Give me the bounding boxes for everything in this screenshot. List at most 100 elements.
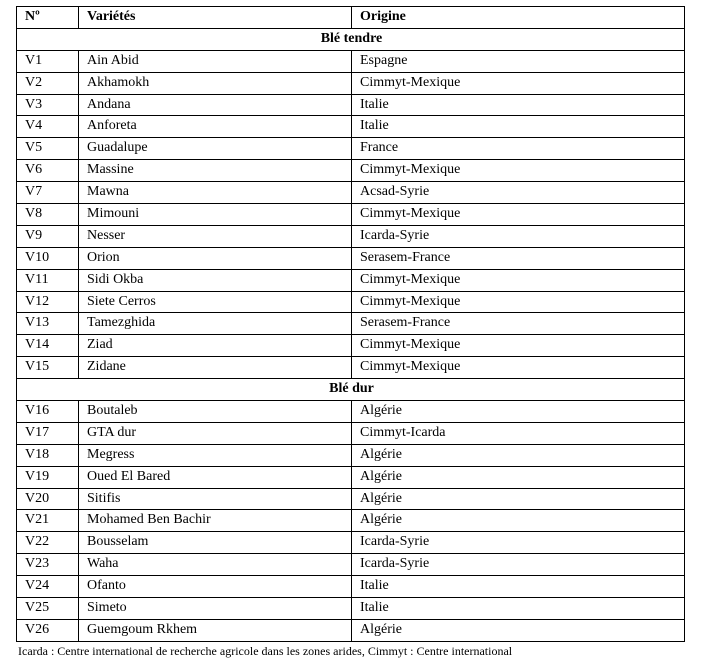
cell-origin: Serasem-France [352, 313, 685, 335]
cell-variety: Anforeta [79, 116, 352, 138]
cell-num: V17 [17, 422, 79, 444]
table-row: V1Ain AbidEspagne [17, 50, 685, 72]
cell-origin: Espagne [352, 50, 685, 72]
table-row: V16BoutalebAlgérie [17, 401, 685, 423]
cell-num: V8 [17, 204, 79, 226]
cell-num: V22 [17, 532, 79, 554]
cell-variety: GTA dur [79, 422, 352, 444]
cell-origin: Serasem-France [352, 247, 685, 269]
table-header-row: Nº Variétés Origine [17, 7, 685, 29]
cell-num: V4 [17, 116, 79, 138]
cell-origin: Algérie [352, 444, 685, 466]
cell-variety: Akhamokh [79, 72, 352, 94]
cell-origin: Icarda-Syrie [352, 532, 685, 554]
table-row: V5GuadalupeFrance [17, 138, 685, 160]
table-row: V15ZidaneCimmyt-Mexique [17, 357, 685, 379]
table-row: V10OrionSerasem-France [17, 247, 685, 269]
cell-num: V11 [17, 269, 79, 291]
cell-variety: Waha [79, 554, 352, 576]
table-row: V18MegressAlgérie [17, 444, 685, 466]
cell-variety: Orion [79, 247, 352, 269]
table-row: V12Siete CerrosCimmyt-Mexique [17, 291, 685, 313]
section-ble-dur: Blé dur [17, 379, 685, 401]
cell-origin: Cimmyt-Mexique [352, 357, 685, 379]
cell-num: V3 [17, 94, 79, 116]
cell-origin: Icarda-Syrie [352, 225, 685, 247]
cell-num: V19 [17, 466, 79, 488]
table-row: V26Guemgoum RkhemAlgérie [17, 619, 685, 641]
table-row: V13TamezghidaSerasem-France [17, 313, 685, 335]
varieties-table: Nº Variétés Origine Blé tendre V1Ain Abi… [16, 6, 685, 642]
table-body: Nº Variétés Origine Blé tendre V1Ain Abi… [17, 7, 685, 642]
cell-variety: Mohamed Ben Bachir [79, 510, 352, 532]
cell-num: V15 [17, 357, 79, 379]
cell-origin: Cimmyt-Mexique [352, 160, 685, 182]
table-row: V25SimetoItalie [17, 598, 685, 620]
cell-num: V6 [17, 160, 79, 182]
cell-variety: Bousselam [79, 532, 352, 554]
table-row: V7MawnaAcsad-Syrie [17, 182, 685, 204]
cell-num: V23 [17, 554, 79, 576]
table-row: V23WahaIcarda-Syrie [17, 554, 685, 576]
cell-num: V25 [17, 598, 79, 620]
table-row: V11Sidi OkbaCimmyt-Mexique [17, 269, 685, 291]
cell-origin: Italie [352, 598, 685, 620]
cell-num: V7 [17, 182, 79, 204]
cell-origin: Algérie [352, 466, 685, 488]
cell-origin: Acsad-Syrie [352, 182, 685, 204]
cell-num: V14 [17, 335, 79, 357]
table-row: V3AndanaItalie [17, 94, 685, 116]
col-header-variety: Variétés [79, 7, 352, 29]
cell-origin: Cimmyt-Mexique [352, 204, 685, 226]
cell-variety: Massine [79, 160, 352, 182]
cell-origin: Algérie [352, 401, 685, 423]
cell-num: V9 [17, 225, 79, 247]
cell-origin: Cimmyt-Mexique [352, 291, 685, 313]
cell-num: V12 [17, 291, 79, 313]
cell-num: V10 [17, 247, 79, 269]
cell-variety: Megress [79, 444, 352, 466]
cell-origin: Cimmyt-Mexique [352, 335, 685, 357]
cell-origin: Icarda-Syrie [352, 554, 685, 576]
cell-variety: Tamezghida [79, 313, 352, 335]
cell-variety: Mimouni [79, 204, 352, 226]
section-label: Blé tendre [17, 28, 685, 50]
cell-num: V18 [17, 444, 79, 466]
col-header-num: Nº [17, 7, 79, 29]
cell-num: V20 [17, 488, 79, 510]
table-row: V24OfantoItalie [17, 576, 685, 598]
cell-num: V13 [17, 313, 79, 335]
table-row: V9NesserIcarda-Syrie [17, 225, 685, 247]
cell-variety: Zidane [79, 357, 352, 379]
table-row: V17GTA durCimmyt-Icarda [17, 422, 685, 444]
table-row: V2AkhamokhCimmyt-Mexique [17, 72, 685, 94]
cell-variety: Sitifis [79, 488, 352, 510]
cell-origin: Cimmyt-Mexique [352, 72, 685, 94]
table-row: V19Oued El BaredAlgérie [17, 466, 685, 488]
page: Nº Variétés Origine Blé tendre V1Ain Abi… [0, 0, 701, 665]
cell-variety: Ain Abid [79, 50, 352, 72]
col-header-origin: Origine [352, 7, 685, 29]
table-row: V22BousselamIcarda-Syrie [17, 532, 685, 554]
cell-num: V5 [17, 138, 79, 160]
cell-origin: Italie [352, 576, 685, 598]
cell-origin: Cimmyt-Icarda [352, 422, 685, 444]
cell-variety: Andana [79, 94, 352, 116]
cell-variety: Boutaleb [79, 401, 352, 423]
cell-origin: Italie [352, 94, 685, 116]
table-row: V4AnforetaItalie [17, 116, 685, 138]
cell-variety: Guemgoum Rkhem [79, 619, 352, 641]
cell-variety: Nesser [79, 225, 352, 247]
cell-num: V2 [17, 72, 79, 94]
cell-variety: Sidi Okba [79, 269, 352, 291]
cell-origin: France [352, 138, 685, 160]
cell-origin: Algérie [352, 619, 685, 641]
cell-num: V21 [17, 510, 79, 532]
table-row: V8MimouniCimmyt-Mexique [17, 204, 685, 226]
section-ble-tendre: Blé tendre [17, 28, 685, 50]
table-row: V21Mohamed Ben BachirAlgérie [17, 510, 685, 532]
cell-variety: Ofanto [79, 576, 352, 598]
cell-origin: Italie [352, 116, 685, 138]
cell-variety: Siete Cerros [79, 291, 352, 313]
cell-variety: Ziad [79, 335, 352, 357]
